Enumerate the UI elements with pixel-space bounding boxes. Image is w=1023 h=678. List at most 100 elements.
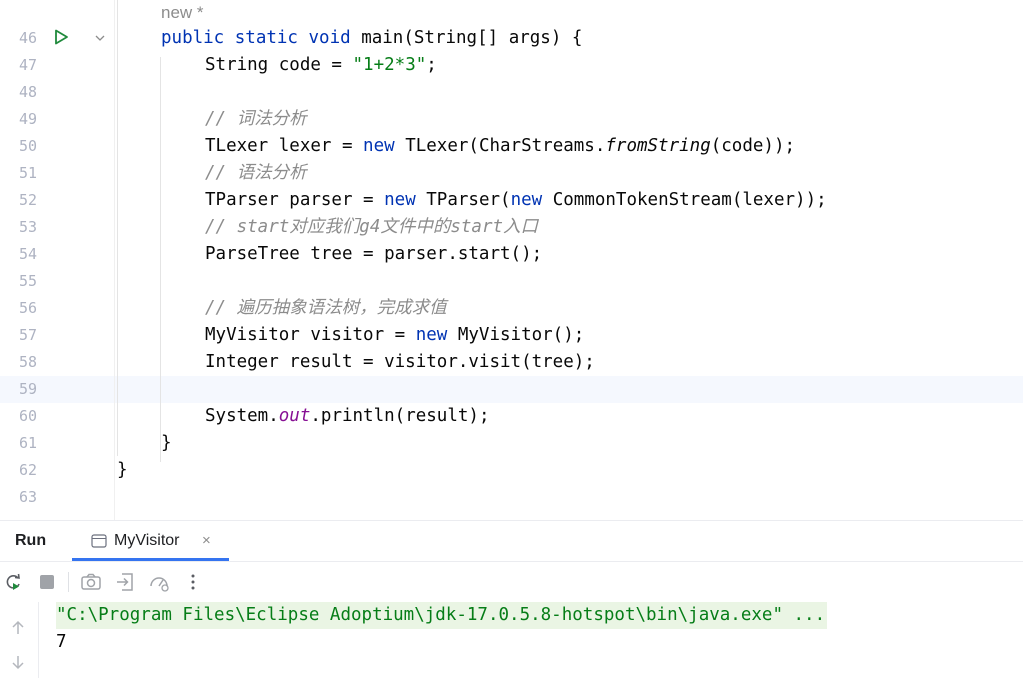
code-text: // start对应我们g4文件中的start入口 [205,214,538,241]
code-text: System.out.println(result); [205,403,490,430]
code-text: public static void main(String[] args) { [161,25,582,52]
code-token: } [161,433,172,453]
code-token: .println(result); [310,406,490,426]
tab-myvisitor[interactable]: MyVisitor × [80,521,228,561]
line-number: 58 [18,353,37,371]
code-token: String code = [205,55,353,75]
code-line[interactable]: 55 [0,268,1023,295]
code-text: // 遍历抽象语法树，完成求值 [205,295,447,322]
line-number: 47 [18,56,37,74]
arrow-up-icon[interactable] [8,618,28,638]
code-token: ParseTree tree = parser.start(); [205,244,543,264]
console-result-line: 7 [56,632,67,652]
console-side-toolbar [0,602,39,678]
code-text: } [161,430,172,457]
code-line[interactable]: 53 // start对应我们g4文件中的start入口 [0,214,1023,241]
keyword: public static void [161,28,362,48]
line-number: 62 [18,461,37,479]
code-line[interactable]: 58 Integer result = visitor.visit(tree); [0,349,1023,376]
line-number: 63 [18,488,37,506]
console-icon [91,534,107,548]
code-text: TLexer lexer = new TLexer(CharStreams.fr… [205,133,795,160]
code-line[interactable]: 52 TParser parser = new TParser(new Commo… [0,187,1023,214]
code-line[interactable]: 50 TLexer lexer = new TLexer(CharStreams.… [0,133,1023,160]
code-line[interactable]: 54 ParseTree tree = parser.start(); [0,241,1023,268]
toolbar-separator [68,572,69,592]
stop-icon[interactable] [36,571,58,593]
code-token: fromString [605,136,711,156]
line-number: 50 [18,137,37,155]
close-icon[interactable]: × [202,521,211,561]
gutter-separator [114,0,115,520]
line-number: 52 [18,191,37,209]
line-number: 54 [18,245,37,263]
run-tab-bar: Run MyVisitor × [0,521,1023,561]
rerun-icon[interactable] [3,571,25,593]
code-text: String code = "1+2*3"; [205,52,437,79]
console-command-line: "C:\Program Files\Eclipse Adoptium\jdk-1… [56,602,828,629]
keyword: new [384,190,416,210]
export-icon[interactable] [114,571,136,593]
code-line[interactable]: 47 String code = "1+2*3"; [0,52,1023,79]
line-number: 59 [18,380,37,398]
code-line[interactable]: 63 [0,484,1023,511]
screenshot-icon[interactable] [80,571,102,593]
code-line[interactable]: 61} [0,430,1023,457]
author-hint: new * [161,3,204,22]
code-comment: // 语法分析 [205,163,307,183]
code-token: TParser( [415,190,511,210]
run-panel-title: Run [15,532,47,549]
line-number: 60 [18,407,37,425]
line-number: 49 [18,110,37,128]
code-token: TLexer(CharStreams. [394,136,606,156]
code-token: TLexer lexer = [205,136,364,156]
code-line[interactable]: 60 System.out.println(result); [0,403,1023,430]
code-line[interactable]: 56 // 遍历抽象语法树，完成求值 [0,295,1023,322]
code-comment: // start对应我们g4文件中的start入口 [205,217,539,237]
code-token: main(String[] args) { [361,28,583,48]
code-comment: // 遍历抽象语法树，完成求值 [205,298,447,318]
code-line[interactable]: 51 // 语法分析 [0,160,1023,187]
line-number: 61 [18,434,37,452]
code-line[interactable]: 62} [0,457,1023,484]
line-number: 57 [18,326,37,344]
code-token: MyVisitor(); [447,325,585,345]
code-text: } [117,457,128,484]
code-comment: // 词法分析 [205,109,307,129]
code-line[interactable]: 49 // 词法分析 [0,106,1023,133]
code-line[interactable]: 57 MyVisitor visitor = new MyVisitor(); [0,322,1023,349]
code-text: MyVisitor visitor = new MyVisitor(); [205,322,584,349]
line-number: 46 [18,29,37,47]
code-text: TParser parser = new TParser(new CommonT… [205,187,827,214]
line-number: 53 [18,218,37,236]
code-editor[interactable]: new * 46 public static void main(String[]… [0,0,1023,520]
keyword: new [510,190,543,210]
run-tool-window: Run MyVisitor × "C:\Program Files\Eclips… [0,520,1023,678]
profiler-icon[interactable] [148,571,170,593]
code-token: ; [426,55,437,75]
line-number: 51 [18,164,37,182]
code-text: ParseTree tree = parser.start(); [205,241,542,268]
code-text: Integer result = visitor.visit(tree); [205,349,595,376]
keyword: new [415,325,448,345]
string-literal: "1+2*3" [352,55,427,75]
keyword: new [363,136,395,156]
tab-label: MyVisitor [114,532,180,549]
fold-chevron-icon[interactable] [94,33,106,43]
code-token: CommonTokenStream(lexer)); [542,190,827,210]
code-token: } [117,460,128,480]
line-number: 55 [18,272,37,290]
arrow-down-icon[interactable] [8,652,28,672]
line-number: 56 [18,299,37,317]
code-line[interactable]: 48 [0,79,1023,106]
code-token: (code)); [710,136,796,156]
code-token: Integer result = visitor.visit(tree); [205,352,595,372]
code-token: out [278,406,311,426]
more-icon[interactable] [182,571,204,593]
indent-guide [160,57,161,462]
code-line[interactable]: 59 [0,376,1023,403]
console-output[interactable]: "C:\Program Files\Eclipse Adoptium\jdk-1… [40,602,1023,678]
code-token: MyVisitor visitor = [205,325,416,345]
code-line[interactable]: 46 public static void main(String[] args)… [0,25,1023,52]
run-gutter-icon[interactable] [52,28,70,46]
